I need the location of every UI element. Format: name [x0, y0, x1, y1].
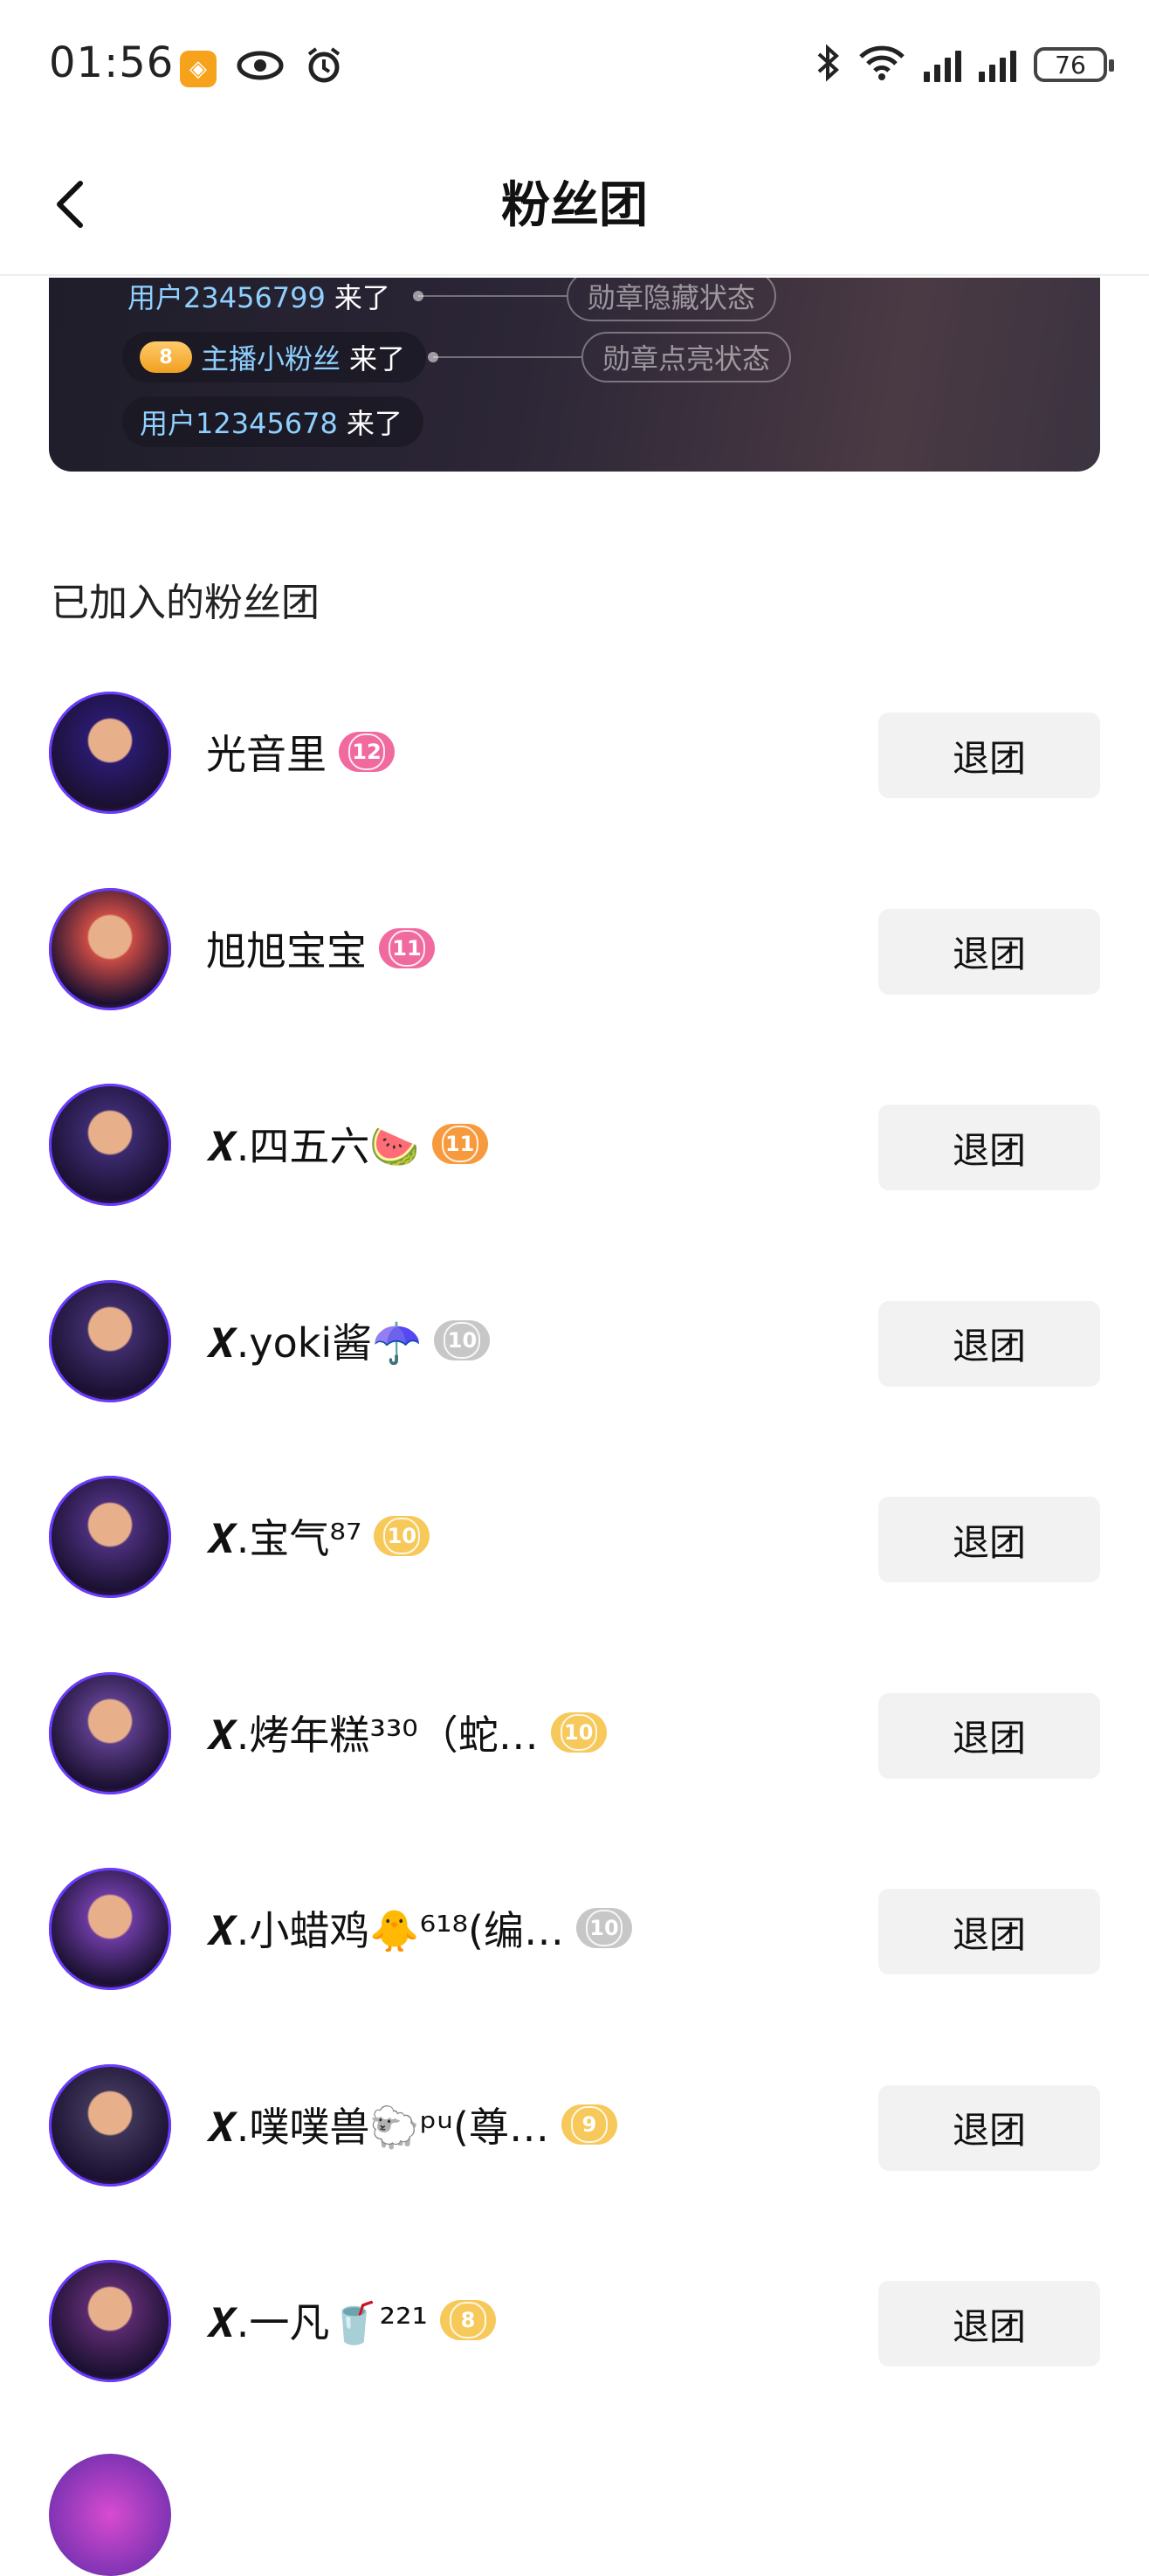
fan-level-number: 12 — [348, 734, 385, 770]
fan-level-badge: 11 — [379, 927, 435, 968]
name-row: 𝑿.四五六🍉 11 — [206, 1115, 488, 1173]
group-name: 𝑿.小蜡鸡🐥⁶¹⁸(编… — [206, 1907, 564, 1954]
leave-group-button[interactable]: 退团 — [878, 1692, 1100, 1779]
preview-state-tag: 勋章点亮状态 — [581, 332, 792, 382]
fan-level-badge: 8 — [440, 2300, 496, 2340]
fan-level-badge: 9 — [561, 2104, 617, 2145]
preview-suffix: 来了 — [334, 281, 390, 314]
page-title: 粉丝团 — [501, 177, 648, 234]
preview-connector — [412, 291, 567, 301]
leave-group-button[interactable]: 退团 — [878, 1300, 1100, 1387]
fan-level-number: 10 — [383, 1518, 421, 1554]
list-item[interactable]: 𝑿.宝气⁸⁷ 10 退团 — [0, 1437, 1149, 1634]
group-name: 𝑿.四五六🍉 — [206, 1123, 420, 1170]
preview-row: 8 主播小粉丝 来了 勋章点亮状态 — [122, 332, 792, 382]
name-row: 光音里 12 — [206, 723, 395, 781]
list-item[interactable]: 𝑿.烤年糕³³⁰（蛇… 10 退团 — [0, 1634, 1149, 1830]
fan-level-number: 11 — [441, 1126, 478, 1162]
leave-group-button[interactable]: 退团 — [878, 713, 1100, 798]
preview-user-name: 用户12345678 — [140, 407, 338, 440]
avatar[interactable] — [49, 2260, 171, 2382]
preview-connector — [428, 352, 582, 362]
fan-level-number: 10 — [444, 1321, 481, 1359]
list-item[interactable]: 光音里 12 退团 — [0, 653, 1149, 850]
group-name: 𝑿.噗噗兽🐑ᵖᵘ(尊… — [206, 2103, 549, 2151]
preview-user-name: 主播小粉丝 — [201, 342, 341, 375]
preview-chip: 用户23456799 来了 — [127, 278, 411, 321]
name-row: 𝑿.小蜡鸡🐥⁶¹⁸(编… 10 — [206, 1899, 632, 1957]
status-time: 01:56 — [49, 38, 175, 87]
fan-level-number: 9 — [570, 2105, 608, 2143]
avatar[interactable] — [49, 1476, 171, 1598]
avatar[interactable] — [49, 1868, 171, 1990]
name-row: 𝑿.噗噗兽🐑ᵖᵘ(尊… 9 — [206, 2096, 617, 2153]
list-item[interactable]: 𝑿.小蜡鸡🐥⁶¹⁸(编… 10 退团 — [0, 1829, 1149, 2026]
nav-bar: 粉丝团 — [0, 140, 1149, 276]
avatar[interactable] — [49, 692, 171, 814]
preview-suffix: 来了 — [349, 342, 406, 375]
group-name: 旭旭宝宝 — [206, 926, 367, 975]
fan-level-badge: 12 — [339, 732, 395, 772]
preview-suffix: 来了 — [346, 407, 402, 440]
name-row: 𝑿.yoki酱☂️ 10 — [206, 1312, 491, 1369]
wifi-icon — [857, 45, 906, 85]
avatar[interactable] — [49, 2063, 171, 2187]
battery-icon: 76 — [1034, 47, 1114, 82]
leave-group-button[interactable]: 退团 — [878, 1497, 1100, 1582]
bluetooth-icon — [815, 44, 840, 86]
battery-level: 76 — [1055, 50, 1086, 79]
fan-level-badge: 10 — [550, 1712, 607, 1753]
group-name: 𝑿.一凡🥤²²¹ — [206, 2299, 428, 2346]
app-notification-icon: ◈ — [180, 51, 217, 87]
list-item[interactable]: 𝑿.一凡🥤²²¹ 8 退团 — [0, 2221, 1149, 2418]
fan-level-badge: 10 — [434, 1319, 491, 1360]
leave-group-button[interactable]: 退团 — [878, 908, 1100, 995]
preview-chip: 用户12345678 来了 — [122, 396, 423, 447]
status-icons-left: ◈ — [180, 45, 344, 93]
group-name: 光音里 — [206, 731, 327, 778]
group-name: 𝑿.yoki酱☂️ — [206, 1319, 423, 1367]
preview-row: 用户23456799 来了 勋章隐藏状态 — [127, 278, 776, 321]
name-row: 𝑿.烤年糕³³⁰（蛇… 10 — [206, 1704, 607, 1761]
group-name: 𝑿.烤年糕³³⁰（蛇… — [206, 1711, 539, 1759]
fan-level-number: 8 — [450, 2302, 486, 2338]
avatar[interactable] — [49, 1671, 171, 1794]
list-item[interactable]: 𝑿.四五六🍉 11 退团 — [0, 1045, 1149, 1242]
fan-level-badge: 10 — [374, 1516, 430, 1556]
fan-group-list: 光音里 12 退团 旭旭宝宝 11 退团 𝑿.四五六🍉 11 退团 𝑿.yoki酱☂️ 10 退团 𝑿.… — [0, 653, 1149, 2418]
badge-preview-banner: 用户23456799 来了 勋章隐藏状态 8 主播小粉丝 来了 勋章点亮状态 用… — [49, 278, 1100, 472]
list-item[interactable]: 旭旭宝宝 11 退团 — [0, 850, 1149, 1046]
leave-group-button[interactable]: 退团 — [878, 2084, 1100, 2171]
section-title: 已加入的粉丝团 — [51, 581, 320, 625]
preview-state-tag: 勋章隐藏状态 — [566, 278, 776, 321]
avatar[interactable] — [49, 1279, 171, 1402]
fan-level-number: 10 — [585, 1910, 623, 1946]
fan-level-number: 10 — [560, 1713, 597, 1751]
list-item[interactable]: 𝑿.yoki酱☂️ 10 退团 — [0, 1242, 1149, 1438]
preview-row: 用户12345678 来了 — [122, 396, 423, 447]
fan-level-number: 11 — [389, 929, 425, 967]
preview-chip: 8 主播小粉丝 来了 — [122, 332, 427, 382]
signal-icon-2 — [979, 47, 1016, 82]
leave-group-button[interactable]: 退团 — [878, 2281, 1100, 2366]
leave-group-button[interactable]: 退团 — [878, 1105, 1100, 1190]
group-name: 𝑿.宝气⁸⁷ — [206, 1515, 362, 1562]
name-row: 旭旭宝宝 11 — [206, 920, 435, 977]
avatar — [49, 2454, 171, 2576]
status-bar: 01:56 ◈ 76 — [0, 0, 1149, 140]
eye-icon — [236, 48, 285, 90]
avatar[interactable] — [49, 887, 171, 1010]
preview-user-name: 用户23456799 — [127, 281, 326, 314]
fan-level-badge: 11 — [431, 1124, 488, 1164]
preview-fan-badge: 8 — [140, 341, 192, 373]
signal-icon-1 — [924, 47, 961, 82]
leave-group-button[interactable]: 退团 — [878, 1889, 1100, 1974]
fan-level-badge: 10 — [575, 1908, 632, 1948]
alarm-icon — [304, 45, 344, 93]
avatar[interactable] — [49, 1084, 171, 1206]
name-row: 𝑿.一凡🥤²²¹ 8 — [206, 2291, 496, 2349]
list-item[interactable]: 𝑿.噗噗兽🐑ᵖᵘ(尊… 9 退团 — [0, 2026, 1149, 2222]
status-icons-right: 76 — [815, 44, 1114, 86]
name-row: 𝑿.宝气⁸⁷ 10 — [206, 1507, 430, 1565]
